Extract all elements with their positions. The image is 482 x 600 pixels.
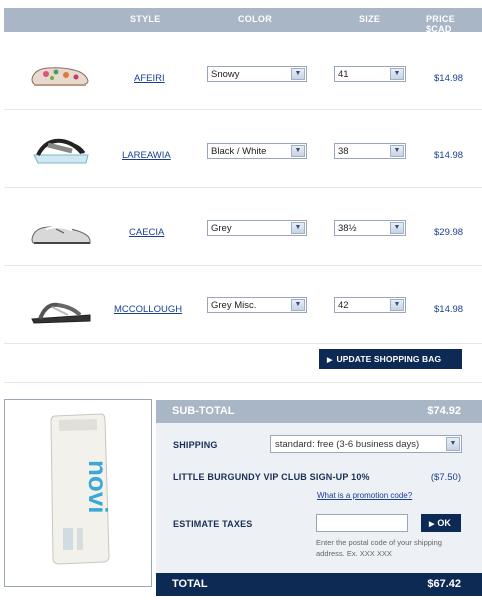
- size-select[interactable]: 41 ▼: [334, 66, 406, 82]
- item-price: $14.98: [434, 304, 464, 315]
- subtotal-value: $74.92: [427, 405, 461, 417]
- size-select[interactable]: 38½ ▼: [334, 220, 406, 236]
- header-style: STYLE: [130, 14, 161, 24]
- shipping-select[interactable]: standard: free (3-6 business days) ▼: [270, 435, 462, 453]
- subtotal-bar: SUB-TOTAL $74.92: [156, 400, 482, 423]
- chevron-down-icon: ▼: [291, 145, 305, 157]
- estimate-taxes-label: ESTIMATE TAXES: [173, 519, 253, 529]
- size-select[interactable]: 38 ▼: [334, 143, 406, 159]
- update-shopping-bag-label: UPDATE SHOPPING BAG: [336, 354, 442, 364]
- promo-product-box[interactable]: novi: [4, 399, 152, 587]
- color-select-value: Snowy: [211, 69, 240, 80]
- chevron-down-icon: ▼: [291, 222, 305, 234]
- total-value: $67.42: [427, 578, 461, 590]
- color-select-value: Black / White: [211, 146, 267, 157]
- size-select-value: 42: [338, 300, 349, 311]
- cart-row: LAREAWIA Black / White ▼ 38 ▼ $14.98: [4, 111, 482, 188]
- chevron-down-icon: ▼: [390, 222, 404, 234]
- color-select[interactable]: Black / White ▼: [207, 143, 307, 159]
- floral-loafer-shoe-icon: [31, 67, 89, 86]
- subtotal-label: SUB-TOTAL: [172, 405, 235, 417]
- color-select[interactable]: Snowy ▼: [207, 66, 307, 82]
- item-price: $14.98: [434, 150, 464, 161]
- play-arrow-icon: ▶: [429, 521, 435, 528]
- cart-row: AFEIRI Snowy ▼ 41 ▼ $14.98: [4, 33, 482, 110]
- chevron-down-icon: ▼: [291, 299, 305, 311]
- vip-signup-label: LITTLE BURGUNDY VIP CLUB SIGN-UP 10%: [173, 472, 370, 482]
- color-select-value: Grey: [211, 223, 232, 234]
- postal-help-text: Enter the postal code of your shipping a…: [316, 538, 442, 558]
- cart-table-header: STYLE COLOR SIZE PRICE $CAD: [4, 8, 482, 34]
- chevron-down-icon: ▼: [446, 437, 460, 451]
- chevron-down-icon: ▼: [390, 68, 404, 80]
- color-select[interactable]: Grey ▼: [207, 220, 307, 236]
- cart-row: CAECIA Grey ▼ 38½ ▼ $29.98: [4, 189, 482, 266]
- item-price: $14.98: [434, 73, 464, 84]
- item-price: $29.98: [434, 227, 464, 238]
- novi-wipes-package-image: novi: [50, 413, 113, 565]
- order-summary: SHIPPING standard: free (3-6 business da…: [156, 423, 482, 573]
- total-label: TOTAL: [172, 578, 208, 590]
- header-color: COLOR: [238, 14, 272, 24]
- estimate-taxes-ok-button[interactable]: ▶ OK: [421, 514, 461, 532]
- color-select[interactable]: Grey Misc. ▼: [207, 297, 307, 313]
- cart-row: MCCOLLOUGH Grey Misc. ▼ 42 ▼ $14.98: [4, 267, 482, 344]
- play-arrow-icon: ▶: [327, 357, 333, 364]
- shipping-label: SHIPPING: [173, 440, 218, 450]
- color-select-value: Grey Misc.: [211, 300, 257, 311]
- size-select-value: 38: [338, 146, 349, 157]
- chevron-down-icon: ▼: [291, 68, 305, 80]
- size-select-value: 38½: [338, 223, 357, 234]
- size-select-value: 41: [338, 69, 349, 80]
- shipping-select-value: standard: free (3-6 business days): [275, 439, 420, 450]
- size-select[interactable]: 42 ▼: [334, 297, 406, 313]
- promotion-code-link[interactable]: What is a promotion code?: [317, 491, 412, 500]
- update-shopping-bag-button[interactable]: ▶ UPDATE SHOPPING BAG: [319, 349, 462, 369]
- postal-code-input[interactable]: [316, 514, 408, 532]
- total-bar: TOTAL $67.42: [156, 573, 482, 596]
- style-link-lareawia[interactable]: LAREAWIA: [122, 150, 171, 161]
- style-link-caecia[interactable]: CAECIA: [129, 227, 164, 238]
- divider: [4, 382, 482, 383]
- chevron-down-icon: ▼: [390, 145, 404, 157]
- chevron-down-icon: ▼: [390, 299, 404, 311]
- header-price: PRICE $CAD: [426, 14, 456, 34]
- style-link-afeiri[interactable]: AFEIRI: [134, 73, 165, 84]
- header-size: SIZE: [359, 14, 381, 24]
- ok-label: OK: [437, 518, 451, 528]
- vip-discount-value: ($7.50): [430, 472, 461, 483]
- boat-shoe-icon: [31, 226, 91, 244]
- style-link-mccollough[interactable]: MCCOLLOUGH: [114, 304, 182, 315]
- sport-sandal-icon: [31, 302, 91, 324]
- platform-sandal-icon: [33, 138, 89, 164]
- promo-product-brand: novi: [83, 460, 113, 513]
